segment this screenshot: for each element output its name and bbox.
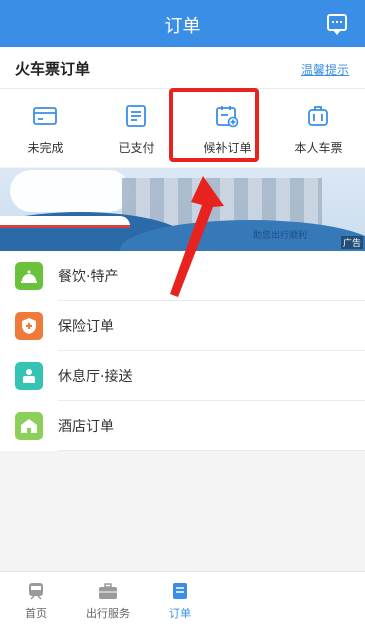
app-header: 订单 <box>0 0 365 47</box>
menu-item-lounge[interactable]: 休息厅·接送 <box>0 351 365 401</box>
tab-travel-services[interactable]: 出行服务 <box>72 572 144 631</box>
order-icon <box>173 583 187 599</box>
quick-action-label: 未完成 <box>27 141 64 155</box>
train-orders-section-header: 火车票订单 温馨提示 <box>0 47 365 89</box>
quick-action-label: 本人车票 <box>294 141 343 155</box>
message-icon[interactable] <box>327 14 347 35</box>
ad-tag: 广告 <box>340 236 363 249</box>
quick-action-unfinished[interactable]: 未完成 <box>0 89 91 167</box>
banner-cloud <box>10 170 130 212</box>
tab-label: 订单 <box>169 607 191 620</box>
luggage-icon <box>308 106 328 126</box>
tips-link[interactable]: 温馨提示 <box>301 61 349 78</box>
bottom-tab-bar: 首页 出行服务 订单 <box>0 571 365 631</box>
tab-label: 首页 <box>25 607 47 620</box>
menu-item-label: 休息厅·接送 <box>58 369 133 385</box>
quick-action-own-tickets[interactable]: 本人车票 <box>273 89 364 167</box>
page-title: 订单 <box>164 16 201 37</box>
ad-banner[interactable]: 助您出行顺利 广告 <box>0 168 365 251</box>
tab-orders[interactable]: 订单 <box>144 572 216 631</box>
menu-item-label: 酒店订单 <box>58 419 114 435</box>
lounge-icon <box>15 362 43 390</box>
menu-item-insurance[interactable]: 保险订单 <box>0 301 365 351</box>
food-bell-icon <box>15 262 43 290</box>
tab-label: 出行服务 <box>86 607 130 620</box>
menu-item-hotel[interactable]: 酒店订单 <box>0 401 365 451</box>
briefcase-icon <box>99 583 117 599</box>
train-image <box>0 216 130 228</box>
receipt-icon <box>126 105 146 127</box>
divider <box>58 450 365 451</box>
tab-home[interactable]: 首页 <box>0 572 72 631</box>
highlight-box <box>169 88 259 162</box>
menu-item-food[interactable]: 餐饮·特产 <box>0 251 365 301</box>
menu-item-label: 餐饮·特产 <box>58 269 119 285</box>
hotel-icon <box>15 412 43 440</box>
card-icon <box>33 107 57 125</box>
shield-icon <box>15 312 43 340</box>
banner-slogan: 助您出行顺利 <box>253 231 308 241</box>
section-title: 火车票订单 <box>15 60 91 78</box>
menu-item-label: 保险订单 <box>58 319 114 335</box>
train-icon <box>29 583 43 600</box>
service-menu: 餐饮·特产 保险订单 休息厅·接送 酒店订单 <box>0 251 365 451</box>
